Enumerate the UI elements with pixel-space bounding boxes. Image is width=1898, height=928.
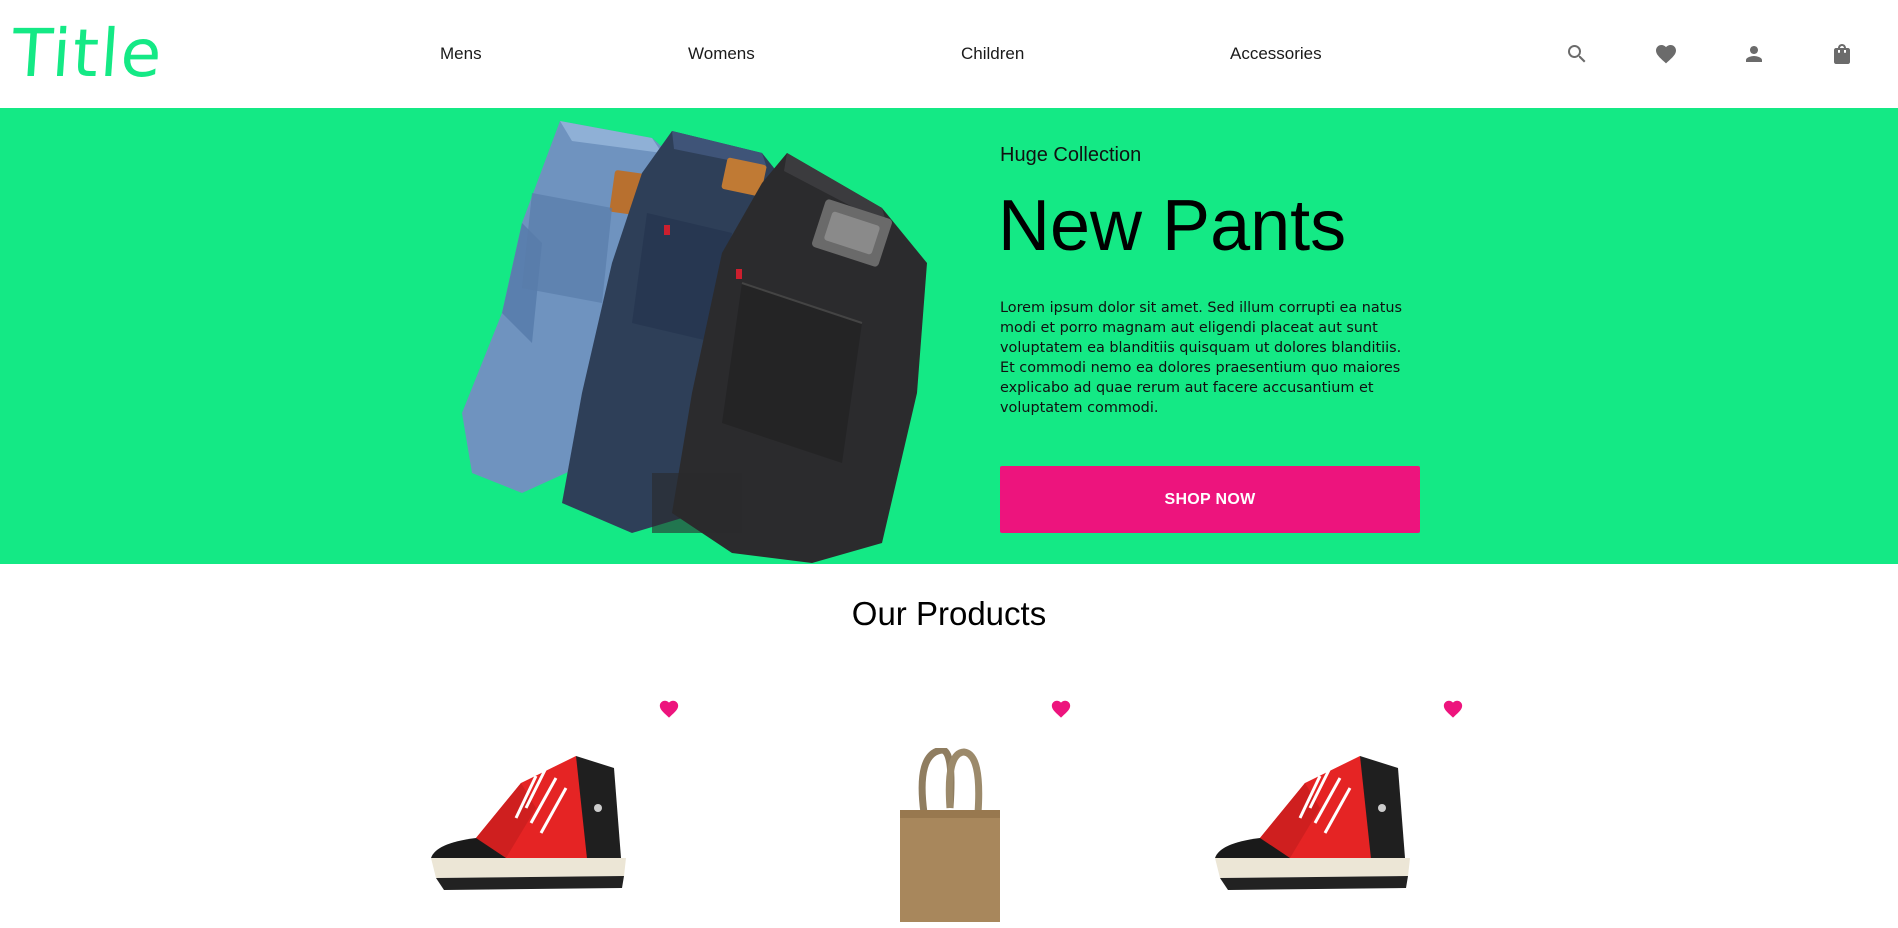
sneaker-image [1215,756,1410,890]
hero-eyebrow: Huge Collection [1000,144,1142,166]
products-section-title: Our Products [851,595,1047,632]
site-header: Title Mens Womens Children Accessories [0,0,1898,108]
nav-item-children[interactable]: Children [961,44,1024,64]
hero-banner: Huge Collection New Pants Lorem ipsum do… [0,108,1898,564]
tote-bag-image [900,748,1000,922]
nav-item-accessories[interactable]: Accessories [1230,44,1322,64]
nav-item-womens[interactable]: Womens [688,44,755,64]
search-icon[interactable] [1563,40,1591,68]
hero-description: Lorem ipsum dolor sit amet. Sed illum co… [1000,300,1403,416]
product-card[interactable] [780,690,1120,928]
hero-title: New Pants [998,186,1347,266]
product-card[interactable] [1172,690,1512,928]
shopping-bag-icon[interactable] [1828,40,1856,68]
heart-icon[interactable] [1050,698,1072,720]
sneaker-image [431,756,626,890]
heart-icon[interactable] [1652,40,1680,68]
shop-now-button[interactable]: SHOP NOW [1000,466,1420,533]
nav-item-mens[interactable]: Mens [440,44,482,64]
site-logo[interactable]: Title [9,14,166,94]
jeans-stack-image [462,121,927,563]
heart-icon[interactable] [1442,698,1464,720]
user-icon[interactable] [1740,40,1768,68]
product-card[interactable] [388,690,728,928]
heart-icon[interactable] [658,698,680,720]
